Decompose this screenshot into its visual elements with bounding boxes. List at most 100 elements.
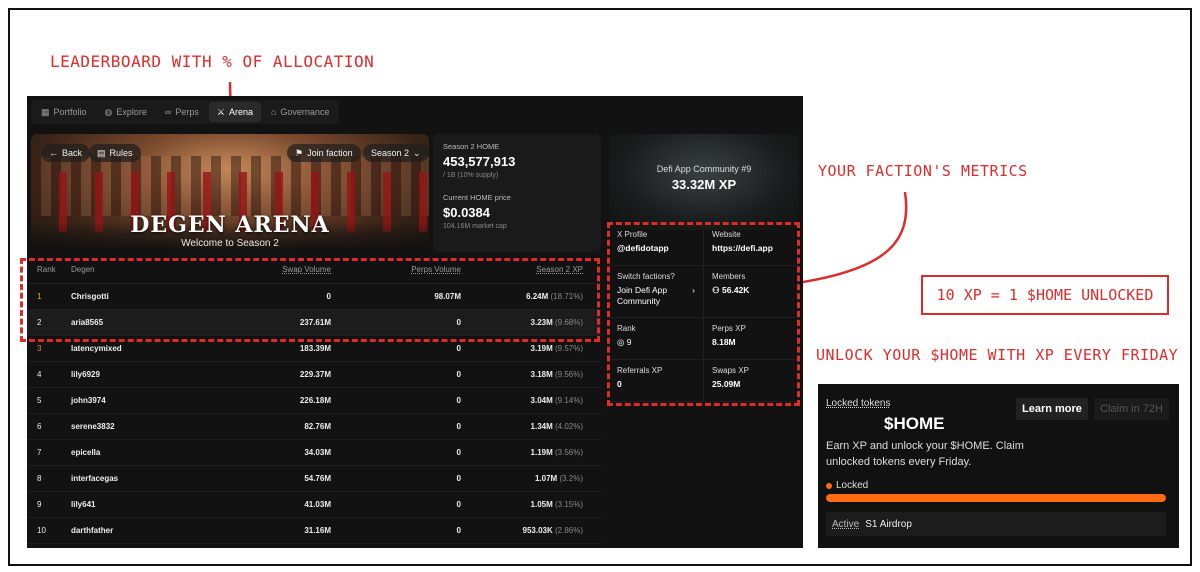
grid-icon: ▦ <box>41 106 50 117</box>
arrow-left-icon: ← <box>49 148 58 158</box>
table-row[interactable]: 10 darthfather 31.16M 0 953.03K (2.86%) <box>27 518 601 544</box>
row-swap-volume: 183.39M <box>299 344 331 353</box>
row-rank: 8 <box>37 474 42 483</box>
row-rank: 10 <box>37 526 46 535</box>
row-rank: 6 <box>37 422 42 431</box>
claim-button[interactable]: Claim in 72H <box>1094 398 1169 420</box>
table-row[interactable]: 7 epicella 34.03M 0 1.19M (3.56%) <box>27 440 601 466</box>
row-season-xp: 3.19M (9.57%) <box>461 344 591 353</box>
locked-progress-track <box>826 494 1166 502</box>
nav-perps[interactable]: ∞ Perps <box>157 102 207 122</box>
season-label: Season 2 <box>371 148 410 158</box>
row-xp-value: 953.03K <box>522 526 553 535</box>
row-season-xp: 3.04M (9.14%) <box>461 396 591 405</box>
faction-card: Defi App Community #9 33.32M XP <box>609 134 799 230</box>
price-sub: 104.16M market cap <box>443 223 507 230</box>
table-row[interactable]: 4 lily6929 229.37M 0 3.18M (9.56%) <box>27 362 601 388</box>
row-xp-pct: (3.15%) <box>554 500 583 509</box>
row-xp-value: 1.19M <box>530 448 553 457</box>
table-row[interactable]: 9 lily641 41.03M 0 1.05M (3.15%) <box>27 492 601 518</box>
row-degen: interfacegas <box>71 474 119 483</box>
row-xp-value: 3.19M <box>530 344 553 353</box>
nav-label: Portfolio <box>53 107 87 117</box>
row-season-xp: 1.34M (4.02%) <box>461 422 591 431</box>
status-dot-icon <box>826 482 832 489</box>
faction-name-text: Defi App Community <box>656 164 739 174</box>
faction-highlight <box>607 222 800 406</box>
row-xp-pct: (9.14%) <box>554 396 583 405</box>
row-xp-pct: (3.56%) <box>554 448 583 457</box>
rules-label: Rules <box>109 148 133 158</box>
row-rank: 4 <box>37 370 42 379</box>
price-label: Current HOME price <box>443 193 511 202</box>
active-label: Active <box>832 518 860 530</box>
nav-label: Arena <box>228 107 253 117</box>
table-row[interactable]: 5 john3974 226.18M 0 3.04M (9.14%) <box>27 388 601 414</box>
arena-title: DEGEN ARENA <box>130 212 330 238</box>
row-perps-volume: 0 <box>456 422 461 431</box>
row-degen: lily641 <box>71 500 96 509</box>
row-perps-volume: 0 <box>456 474 461 483</box>
nav-label: Perps <box>175 107 199 117</box>
nav-governance[interactable]: ⌂ Governance <box>263 102 337 122</box>
row-rank: 9 <box>37 500 42 509</box>
row-degen: john3974 <box>71 396 106 405</box>
learn-more-button[interactable]: Learn more <box>1016 398 1088 420</box>
home-sub: / 1B (10% supply) <box>443 172 499 179</box>
row-perps-volume: 0 <box>456 370 461 379</box>
home-label: Season 2 HOME <box>443 142 500 151</box>
row-degen: serene3832 <box>71 422 115 431</box>
infinity-icon: ∞ <box>164 107 172 117</box>
flag-icon: ⚑ <box>295 147 304 158</box>
row-degen: epicella <box>71 448 101 457</box>
row-swap-volume: 34.03M <box>304 448 331 457</box>
row-xp-value: 1.07M <box>534 474 558 483</box>
row-xp-value: 1.05M <box>530 500 553 509</box>
locked-token-title: $HOME <box>884 414 945 433</box>
faction-rank-tag: #9 <box>741 164 752 174</box>
row-season-xp: 1.05M (3.15%) <box>461 500 591 509</box>
row-rank: 7 <box>37 448 42 457</box>
rules-button[interactable]: ▤ Rules <box>89 144 141 162</box>
back-button[interactable]: ← Back <box>41 144 91 162</box>
faction-xp: 33.32M XP <box>671 177 737 192</box>
home-value: 453,577,913 <box>443 154 516 169</box>
airdrop-row[interactable]: Active S1 Airdrop <box>826 512 1166 536</box>
row-xp-pct: (9.56%) <box>554 370 583 379</box>
locked-legend-label: Locked <box>836 480 869 491</box>
row-xp-pct: (2.86%) <box>554 526 583 535</box>
row-rank: 5 <box>37 396 42 405</box>
airdrop-label: S1 Airdrop <box>865 518 912 530</box>
document-icon: ▤ <box>97 147 106 158</box>
nav-arena[interactable]: ⚔ Arena <box>208 102 261 122</box>
row-xp-value: 3.04M <box>530 396 553 405</box>
nav-explore[interactable]: ◍ Explore <box>97 102 155 122</box>
locked-description: Earn XP and unlock your $HOME. Claim unl… <box>826 440 1024 468</box>
globe-icon: ◍ <box>104 106 113 117</box>
nav-portfolio[interactable]: ▦ Portfolio <box>33 102 95 122</box>
row-swap-volume: 229.37M <box>299 370 331 379</box>
row-degen: lily6929 <box>71 370 100 379</box>
row-season-xp: 1.19M (3.56%) <box>461 448 591 457</box>
join-label: Join faction <box>307 148 353 158</box>
table-row[interactable]: 8 interfacegas 54.76M 0 1.07M (3.2%) <box>27 466 601 492</box>
arena-hero: ← Back ▤ Rules ⚑ Join faction Season 2 ⌄ DEG… <box>31 134 429 252</box>
season-stats: Season 2 HOME 453,577,913 / 1B (10% supp… <box>433 134 601 252</box>
table-row[interactable]: 6 serene3832 82.76M 0 1.34M (4.02%) <box>27 414 601 440</box>
row-rank: 3 <box>37 344 42 353</box>
faction-name: Defi App Community #9 <box>609 164 799 174</box>
row-swap-volume: 54.76M <box>304 474 331 483</box>
row-swap-volume: 82.76M <box>304 422 331 431</box>
locked-tokens-label: Locked tokens <box>826 398 891 409</box>
chevron-down-icon: ⌄ <box>413 147 421 158</box>
row-xp-value: 3.18M <box>530 370 553 379</box>
top-nav: ▦ Portfolio ◍ Explore ∞ Perps ⚔ Arena ⌂ Gover… <box>31 100 340 124</box>
locked-tokens-panel: Locked tokens $HOME Learn more Claim in … <box>818 384 1179 548</box>
season-select[interactable]: Season 2 ⌄ <box>363 144 429 162</box>
join-faction-button[interactable]: ⚑ Join faction <box>287 144 361 162</box>
row-perps-volume: 0 <box>456 500 461 509</box>
row-xp-pct: (3.2%) <box>559 474 583 483</box>
row-perps-volume: 0 <box>456 344 461 353</box>
row-xp-pct: (9.57%) <box>554 344 583 353</box>
back-label: Back <box>62 148 83 158</box>
